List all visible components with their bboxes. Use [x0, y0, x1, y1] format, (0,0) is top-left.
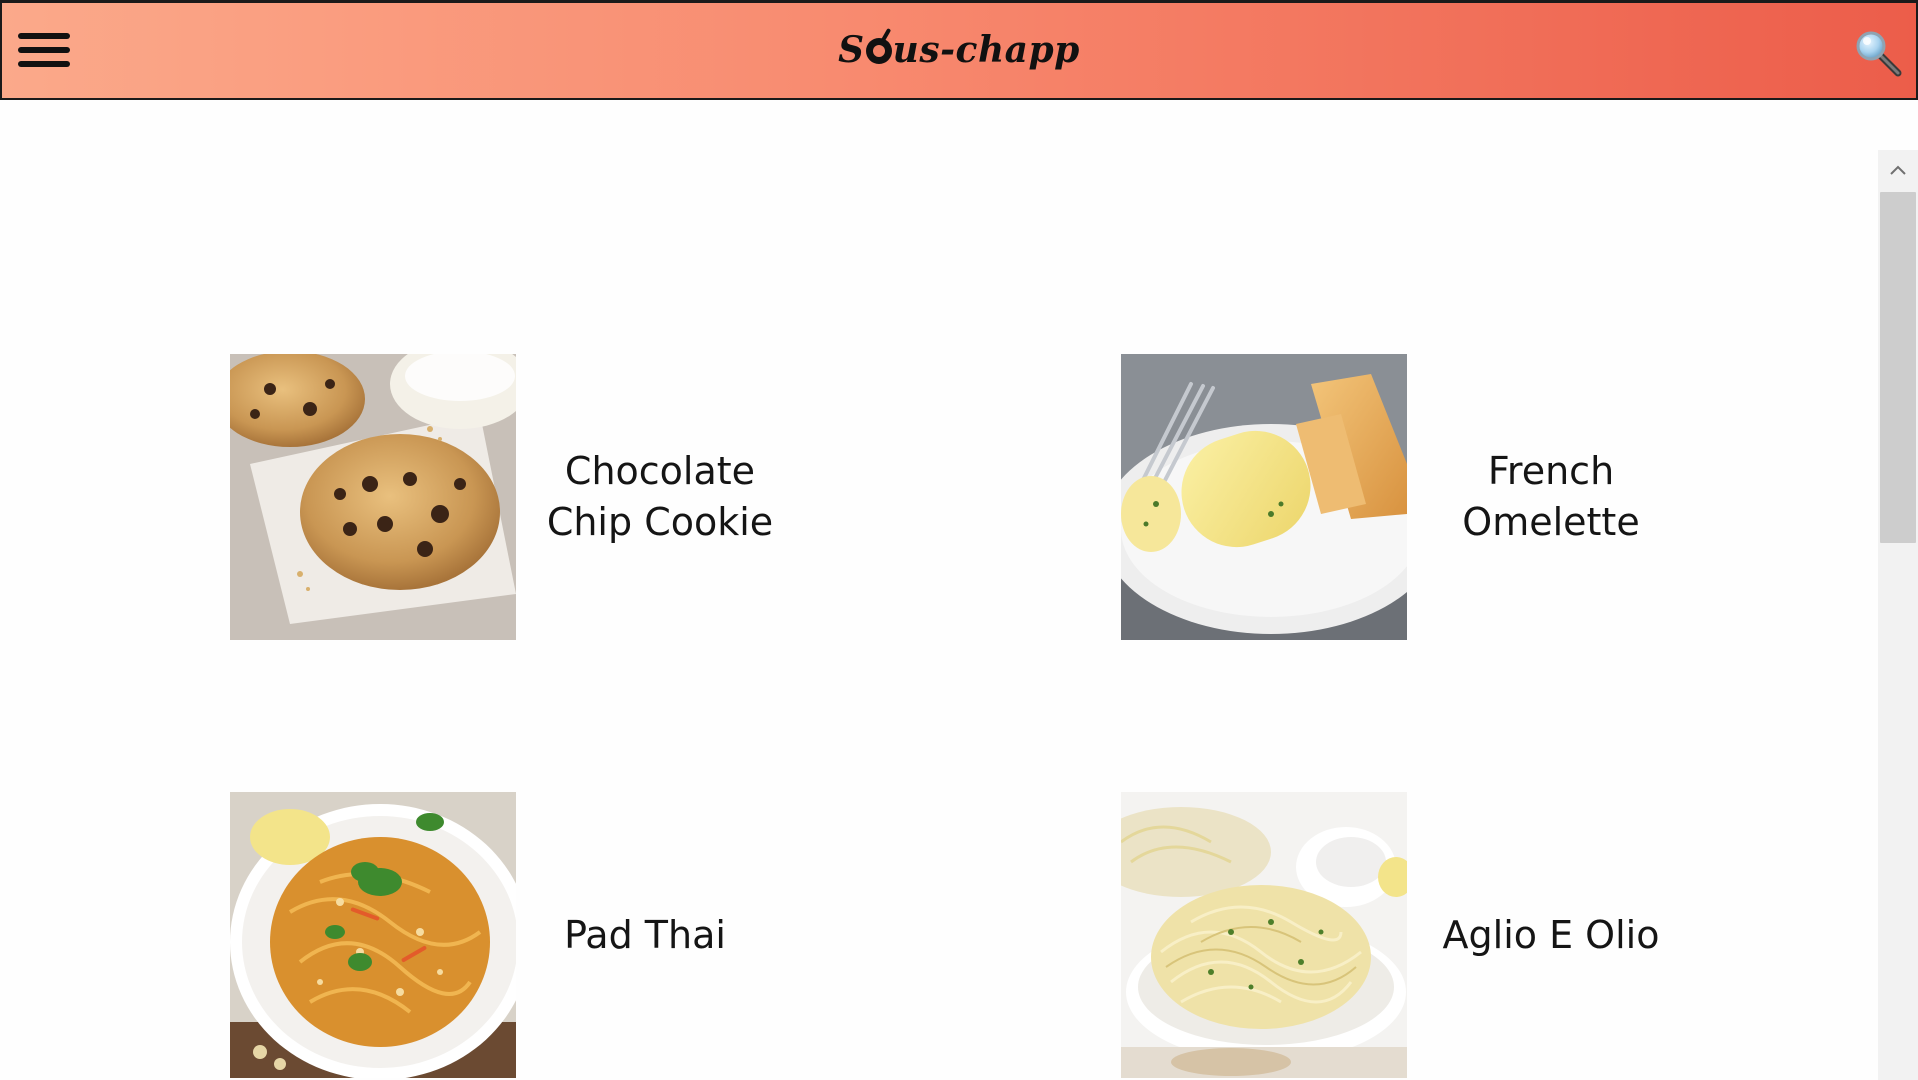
magnifier-search-icon: [1856, 31, 1902, 77]
french-omelette-photo[interactable]: [1121, 354, 1407, 640]
logo-prefix: S: [838, 29, 865, 71]
recipe-title[interactable]: Pad Thai: [530, 792, 760, 1078]
recipe-title-line: French: [1487, 449, 1615, 493]
app-header: Sus-chapp: [0, 0, 1918, 100]
recipe-title[interactable]: French Omelette: [1421, 354, 1681, 640]
frying-pan-icon: [865, 38, 892, 64]
chocolate-chip-cookie-photo[interactable]: [230, 354, 516, 640]
recipe-title[interactable]: Aglio E Olio: [1421, 792, 1681, 1078]
recipe-title-line: Pad Thai: [564, 912, 726, 957]
aglio-e-olio-photo[interactable]: [1121, 792, 1407, 1078]
recipe-title[interactable]: Chocolate Chip Cookie: [530, 354, 790, 640]
search-icon[interactable]: [1854, 29, 1904, 79]
logo-suffix: us-chapp: [892, 29, 1080, 71]
recipe-title-line: Chocolate: [564, 449, 756, 493]
recipe-card-pad-thai[interactable]: Pad Thai: [230, 792, 830, 1080]
scroll-up-arrow-icon[interactable]: [1878, 150, 1918, 190]
recipe-card-aglio-e-olio[interactable]: Aglio E Olio: [1121, 792, 1721, 1080]
app-window: Sus-chapp Chocolate Chip Cookie French O…: [0, 0, 1918, 1080]
recipe-title-line: Aglio E Olio: [1442, 912, 1660, 957]
recipe-card-chocolate-chip-cookie[interactable]: Chocolate Chip Cookie: [230, 354, 830, 644]
vertical-scrollbar[interactable]: [1878, 150, 1918, 1080]
recipe-title-line: Omelette: [1462, 500, 1640, 544]
app-logo[interactable]: Sus-chapp: [2, 29, 1916, 71]
scrollbar-thumb[interactable]: [1880, 192, 1916, 543]
pad-thai-photo[interactable]: [230, 792, 516, 1078]
recipe-card-french-omelette[interactable]: French Omelette: [1121, 354, 1721, 644]
recipe-title-line: Chip Cookie: [546, 500, 774, 544]
